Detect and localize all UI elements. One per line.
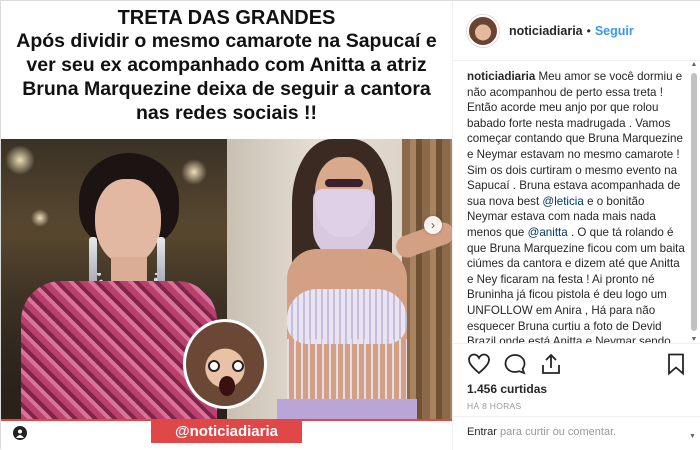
profile-avatar[interactable] (467, 14, 499, 47)
headline-title: TRETA DAS GRANDES (117, 7, 336, 29)
comment-login-prompt: Entrar para curtir ou comentar. (453, 416, 700, 450)
mention-link-anitta[interactable]: @anitta (528, 226, 568, 239)
handle-banner: @noticiadiaria (151, 419, 302, 443)
post-caption: noticiadiaria Meu amor se você dormiu e … (467, 69, 687, 343)
mention-link-leticia[interactable]: @leticia (542, 195, 583, 208)
scrollbar-thumb[interactable] (691, 73, 697, 331)
next-image-chevron-right-icon[interactable]: › (424, 216, 442, 234)
post-header: noticiadiaria • Seguir (453, 1, 700, 61)
share-icon[interactable] (539, 352, 563, 376)
post-actions: 1.456 curtidas HÁ 8 HORAS (453, 343, 700, 411)
bookmark-icon[interactable] (664, 352, 688, 376)
scroll-up-icon[interactable]: ▲ (690, 61, 698, 68)
comment-icon[interactable] (503, 352, 527, 376)
scroll-down-icon[interactable]: ▼ (689, 433, 699, 443)
headline-body: Após dividir o mesmo camarote na Sapucaí… (16, 30, 437, 124)
post-time[interactable]: HÁ 8 HORAS (467, 401, 688, 411)
login-link[interactable]: Entrar (467, 426, 497, 438)
caption-text-1: Meu amor se você dormiu e não acompanhou… (467, 70, 683, 208)
post-image[interactable]: TRETA DAS GRANDES Após dividir o mesmo c… (1, 1, 452, 450)
surprised-avatar-sticker (183, 319, 267, 409)
profile-username[interactable]: noticiadiaria (509, 24, 583, 38)
image-headline: TRETA DAS GRANDES Após dividir o mesmo c… (1, 7, 452, 125)
heart-icon[interactable] (467, 352, 491, 376)
scroll-down-icon[interactable]: ▼ (690, 336, 698, 343)
instagram-post-window: TRETA DAS GRANDES Após dividir o mesmo c… (0, 0, 700, 450)
caption-scrollbar[interactable]: ▲ ▼ (690, 61, 698, 343)
post-sidebar: noticiadiaria • Seguir noticiadiaria Meu… (452, 1, 700, 450)
user-tag-icon[interactable] (13, 426, 27, 440)
likes-count[interactable]: 1.456 curtidas (467, 382, 688, 396)
separator-dot: • (586, 23, 591, 38)
caption-username[interactable]: noticiadiaria (467, 70, 535, 83)
caption-text-3: . O que tá rolando é que Bruna Marquezin… (467, 225, 685, 343)
follow-button[interactable]: Seguir (595, 24, 634, 38)
comment-prompt-text: para curtir ou comentar. (496, 426, 617, 438)
